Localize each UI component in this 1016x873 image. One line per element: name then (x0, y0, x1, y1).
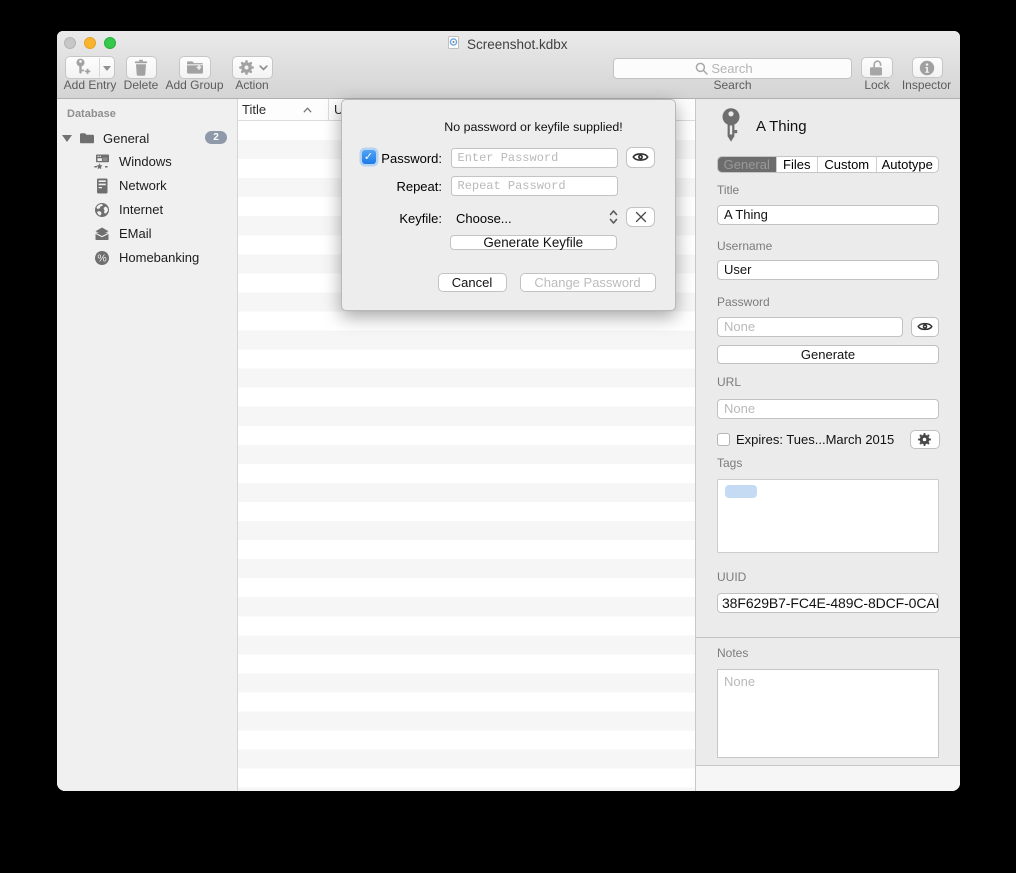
svg-text:%: % (97, 252, 106, 264)
